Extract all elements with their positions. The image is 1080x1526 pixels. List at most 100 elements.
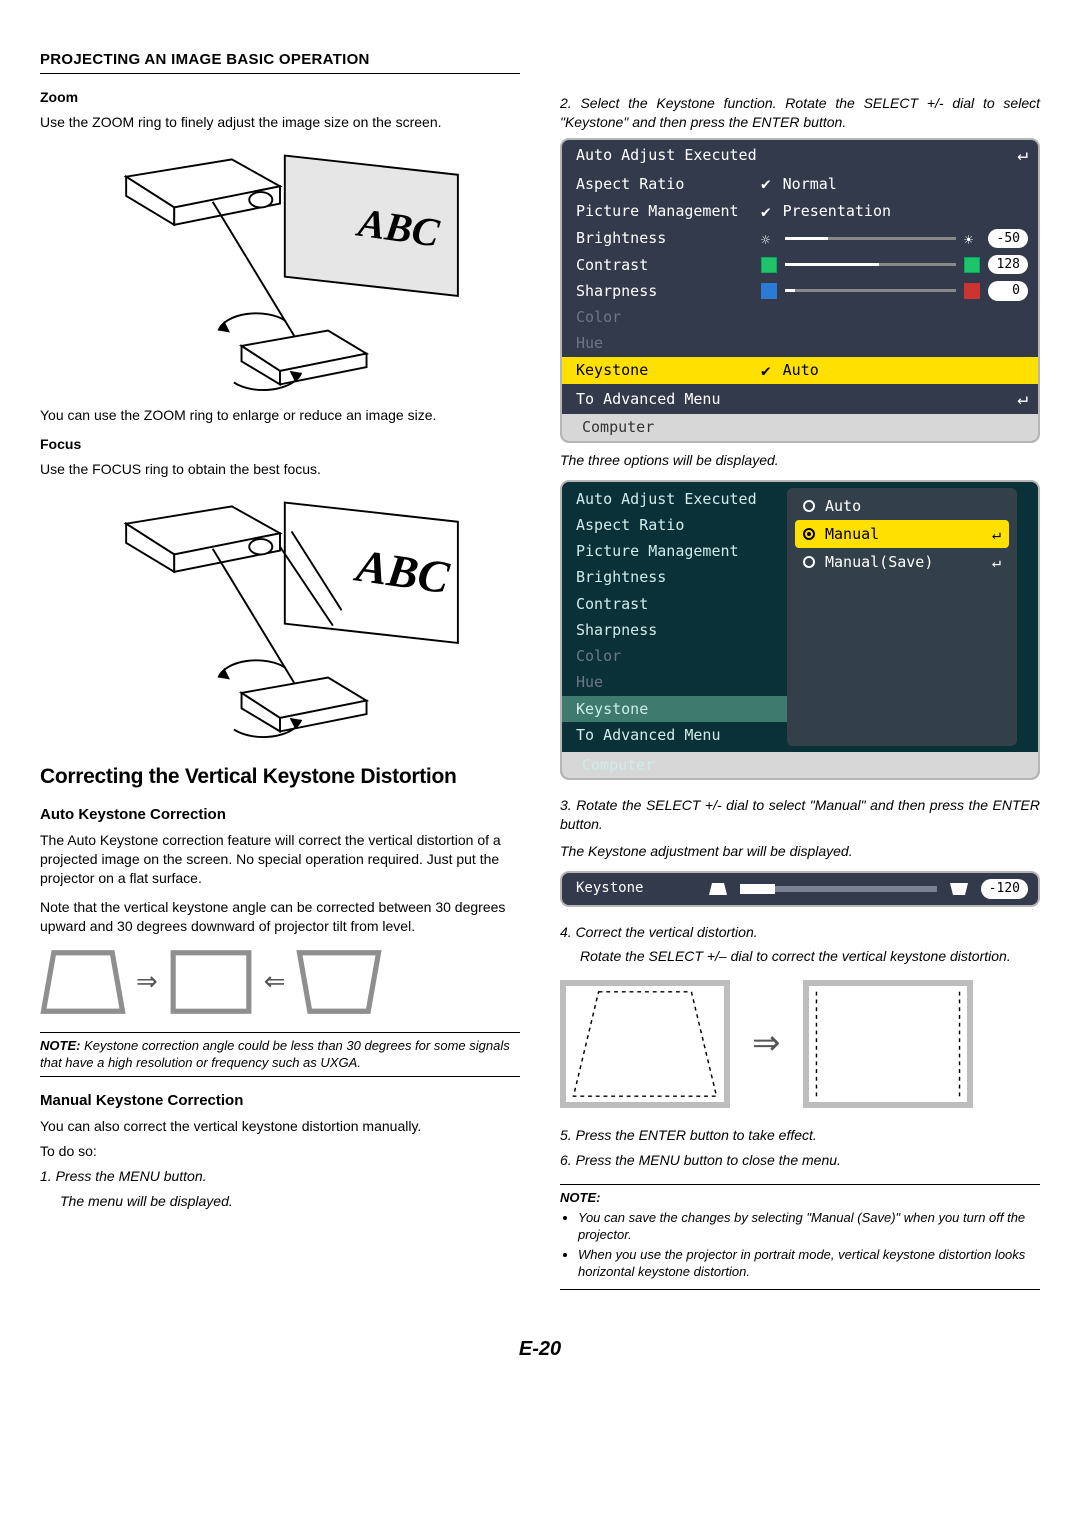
note-label: NOTE: — [40, 1038, 80, 1053]
menu-row-aspect[interactable]: Aspect Ratio ✔ Normal — [562, 170, 1038, 198]
m2-hue: Hue — [562, 669, 787, 695]
contrast-low-icon — [761, 257, 777, 273]
step-4a: 4. Correct the vertical distortion. — [560, 923, 1040, 942]
menu-value: Normal — [783, 174, 837, 194]
enter-icon: ↵ — [992, 524, 1001, 544]
option-manual-save[interactable]: Manual(Save) ↵ — [795, 548, 1009, 576]
section-header: PROJECTING AN IMAGE BASIC OPERATION — [40, 50, 520, 74]
menu-row-keystone[interactable]: Keystone ✔Auto — [562, 357, 1038, 385]
step-1b: The menu will be displayed. — [40, 1192, 520, 1211]
m2-color: Color — [562, 643, 787, 669]
menu-row-brightness[interactable]: Brightness ☼ ☀ -50 — [562, 225, 1038, 251]
arrow-right-icon: ⇒ — [136, 964, 158, 999]
menu-label: Keystone — [576, 360, 761, 380]
manual-keystone-p2: To do so: — [40, 1142, 520, 1161]
rectangle-shape — [168, 946, 254, 1018]
m2-brightness: Brightness — [562, 564, 787, 590]
kb-label: Keystone — [576, 879, 696, 898]
enter-icon: ↵ — [1017, 143, 1028, 167]
option-manual[interactable]: Manual ↵ — [795, 520, 1009, 548]
caption-three-options: The three options will be displayed. — [560, 451, 1040, 470]
option-auto[interactable]: Auto — [795, 492, 1009, 520]
osd-menu-keystone-options: Auto Adjust Executed Aspect Ratio Pictur… — [560, 480, 1040, 781]
arrow-left-icon: ⇐ — [264, 964, 286, 999]
distorted-box — [560, 980, 730, 1108]
auto-keystone-heading: Auto Keystone Correction — [40, 805, 520, 825]
sharp-low-icon — [761, 283, 777, 299]
m2-contrast: Contrast — [562, 591, 787, 617]
note-keystone-angle: NOTE: Keystone correction angle could be… — [40, 1032, 520, 1077]
keystone-shapes-row: ⇒ ⇐ — [40, 946, 520, 1018]
step-5: 5. Press the ENTER button to take effect… — [560, 1126, 1040, 1145]
m2-advanced: To Advanced Menu — [562, 722, 787, 748]
focus-paragraph: Use the FOCUS ring to obtain the best fo… — [40, 460, 520, 479]
trapezoid-narrow-bottom-icon — [949, 881, 969, 897]
step-6: 6. Press the MENU button to close the me… — [560, 1151, 1040, 1170]
zoom-illustration: ABC — [40, 144, 520, 394]
keystone-adjust-bar[interactable]: Keystone -120 — [560, 871, 1040, 907]
osd-menu-basic: Auto Adjust Executed ↵ Aspect Ratio ✔ Nor… — [560, 138, 1040, 443]
contrast-slider[interactable] — [785, 261, 956, 269]
keystone-correct-illustration: ⇒ — [560, 980, 1040, 1108]
left-column: PROJECTING AN IMAGE BASIC OPERATION Zoom… — [40, 50, 520, 1290]
radio-selected-icon — [803, 528, 815, 540]
m2-aspect: Aspect Ratio — [562, 512, 787, 538]
check-icon: ✔ — [761, 173, 771, 195]
menu-row-picture[interactable]: Picture Management ✔Presentation — [562, 198, 1038, 226]
zoom-heading: Zoom — [40, 88, 520, 107]
contrast-high-icon — [964, 257, 980, 273]
trapezoid-narrow-top-icon — [708, 881, 728, 897]
note-text: Keystone correction angle could be less … — [40, 1038, 510, 1071]
menu-label: To Advanced Menu — [576, 389, 761, 409]
auto-keystone-p2: Note that the vertical keystone angle ca… — [40, 898, 520, 936]
step-4b: Rotate the SELECT +/– dial to correct th… — [560, 947, 1040, 966]
kb-value: -120 — [981, 879, 1028, 899]
enter-icon: ↵ — [992, 552, 1001, 572]
brightness-value: -50 — [988, 229, 1028, 249]
sun-dim-icon: ☼ — [761, 230, 777, 246]
menu-label: Brightness — [576, 228, 761, 248]
menu-row-color: Color — [562, 304, 1038, 330]
option-label: Auto — [825, 496, 861, 516]
option-label: Manual — [825, 524, 879, 544]
keystone-options: Auto Manual ↵ Manual(Save) ↵ — [787, 488, 1017, 747]
right-column: 2. Select the Keystone function. Rotate … — [560, 50, 1040, 1290]
menu-row-source: Computer — [562, 414, 1038, 440]
zoom-caption: You can use the ZOOM ring to enlarge or … — [40, 406, 520, 425]
sun-bright-icon: ☀ — [964, 230, 980, 246]
brightness-slider[interactable] — [785, 234, 956, 242]
trapezoid-left — [40, 946, 126, 1018]
step-1a: 1. Press the MENU button. — [40, 1167, 520, 1186]
kb-slider[interactable] — [740, 886, 937, 892]
manual-keystone-heading: Manual Keystone Correction — [40, 1091, 520, 1111]
step-3: 3. Rotate the SELECT +/- dial to select … — [560, 796, 1040, 834]
contrast-value: 128 — [988, 255, 1028, 275]
focus-heading: Focus — [40, 435, 520, 454]
m2-picture: Picture Management — [562, 538, 787, 564]
menu-label: Aspect Ratio — [576, 174, 761, 194]
menu-label: Contrast — [576, 255, 761, 275]
check-icon: ✔ — [761, 201, 771, 223]
menu-row-autoadjust[interactable]: Auto Adjust Executed ↵ — [562, 140, 1038, 170]
trapezoid-right — [296, 946, 382, 1018]
sharpness-slider[interactable] — [785, 287, 956, 295]
menu-row-sharpness[interactable]: Sharpness 0 — [562, 278, 1038, 304]
menu-row-advanced[interactable]: To Advanced Menu ↵ — [562, 384, 1038, 414]
m2-sharpness: Sharpness — [562, 617, 787, 643]
menu-label: Sharpness — [576, 281, 761, 301]
menu-value: Presentation — [783, 201, 891, 221]
menu-label: Auto Adjust Executed — [576, 145, 761, 165]
m2-keystone[interactable]: Keystone — [562, 696, 787, 722]
auto-keystone-p1: The Auto Keystone correction feature wil… — [40, 831, 520, 888]
step-2: 2. Select the Keystone function. Rotate … — [560, 94, 1040, 132]
note-heading: NOTE: — [560, 1189, 1040, 1207]
note-bullet-2: When you use the projector in portrait m… — [578, 1246, 1040, 1281]
menu-row-contrast[interactable]: Contrast 128 — [562, 252, 1038, 278]
note-bullet-1: You can save the changes by selecting "M… — [578, 1209, 1040, 1244]
radio-icon — [803, 556, 815, 568]
keystone-heading: Correcting the Vertical Keystone Distort… — [40, 763, 520, 791]
caption-bar: The Keystone adjustment bar will be disp… — [560, 842, 1040, 861]
m2-source: Computer — [562, 752, 1038, 778]
page-number: E-20 — [40, 1336, 1040, 1363]
focus-illustration: ABC — [40, 491, 520, 741]
